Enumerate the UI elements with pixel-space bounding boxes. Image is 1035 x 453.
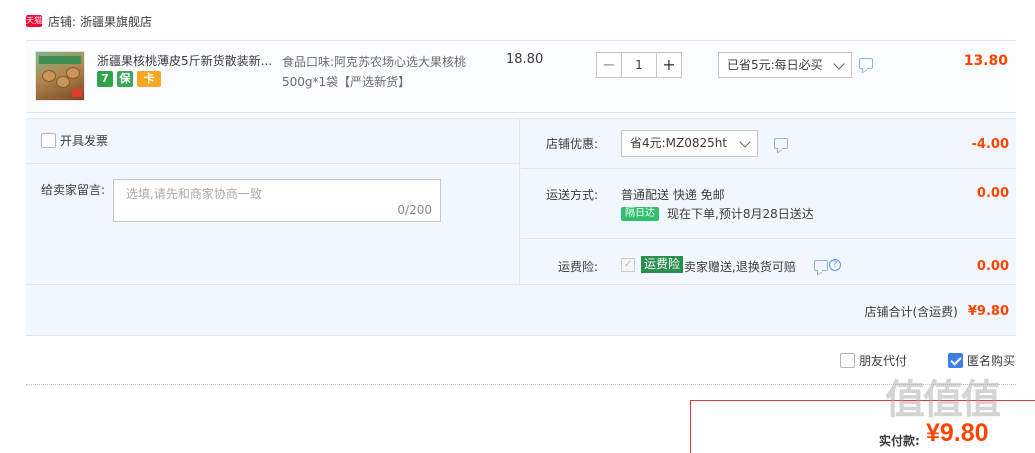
shop-total-value: ¥9.80 (967, 304, 1009, 319)
coupon-amount: -4.00 (971, 137, 1009, 152)
shop-header: 天猫 店铺: 浙疆果旗舰店 (26, 12, 152, 30)
next-day-badge: 隔日达 (621, 206, 659, 221)
insurance-description: 卖家赠送,退换货可赔 (684, 260, 796, 274)
sku-info: 食品口味:阿克苏农场心选大果核桃500g*1袋【严选新货】 (282, 55, 467, 89)
delivery-estimate: 现在下单,预计8月28日送达 (667, 207, 814, 221)
quantity-stepper: − 1 + (596, 52, 682, 78)
insurance-label: 运费险: (558, 260, 599, 274)
shop-label: 店铺: (48, 14, 77, 29)
order-left-column: 开具发票 给卖家留言: 选填,请先和商家协商一致 0/200 (26, 119, 520, 284)
delivery-amount: 0.00 (976, 186, 1009, 201)
guarantee-icon[interactable]: 保 (117, 71, 133, 87)
memo-textarea[interactable]: 选填,请先和商家协商一致 0/200 (113, 179, 441, 222)
coupon-select[interactable]: 省4元:MZ0825ht (621, 130, 758, 157)
promotion-select[interactable]: 已省5元:每日必买 (718, 52, 852, 78)
chevron-down-icon (833, 58, 845, 70)
shop-total-label: 店铺合计(含运费) (864, 305, 958, 319)
divider (26, 384, 1016, 385)
chevron-down-icon (739, 136, 751, 148)
insurance-badge: 运费险 (641, 256, 684, 273)
payment-label: 实付款: (879, 434, 920, 448)
shop-total: 店铺合计(含运费) ¥9.80 (865, 303, 1010, 320)
memo-counter: 0/200 (397, 203, 432, 217)
order-details-panel: 开具发票 给卖家留言: 选填,请先和商家协商一致 0/200 店铺优惠: 省4元… (26, 118, 1016, 336)
thumbnail-tag (72, 89, 82, 97)
coupon-label: 店铺优惠: (546, 137, 599, 151)
friend-pay-checkbox[interactable] (840, 353, 855, 368)
divider (521, 168, 1016, 169)
chat-icon[interactable] (859, 58, 873, 69)
order-item-row: 浙疆果核桃薄皮5斤新货散装新... 7 保 卡 食品口味:阿克苏农场心选大果核桃… (26, 40, 1016, 113)
divider (26, 284, 1016, 285)
tmall-icon: 天猫 (26, 15, 42, 27)
service-badges: 7 保 卡 (97, 71, 161, 87)
memo-label: 给卖家留言: (41, 183, 106, 197)
invoice-label: 开具发票 (60, 134, 109, 148)
chat-icon[interactable] (774, 138, 788, 149)
walnut-shape (42, 70, 56, 82)
walnut-shape (66, 67, 80, 79)
item-subtotal: 13.80 (963, 53, 1008, 69)
insurance-checkbox[interactable]: ✓ (621, 258, 635, 272)
anonymous-checkbox[interactable] (948, 353, 963, 368)
divider (521, 238, 1016, 239)
watermark-logo: 值值值 (885, 377, 1001, 423)
delivery-method: 普通配送 快递 免邮 (621, 188, 725, 202)
quantity-input[interactable]: 1 (622, 52, 656, 78)
promotion-value: 已省5元:每日必买 (727, 58, 823, 72)
unit-price: 18.80 (506, 52, 544, 67)
credit-card-icon[interactable]: 卡 (137, 71, 161, 87)
coupon-value: 省4元:MZ0825ht (630, 136, 728, 150)
help-icon[interactable]: ? (829, 259, 841, 271)
delivery-label: 运送方式: (546, 188, 599, 202)
quantity-plus-button[interactable]: + (656, 52, 682, 78)
product-thumbnail[interactable] (35, 51, 85, 101)
delivery-estimate-row: 隔日达 现在下单,预计8月28日送达 (621, 205, 814, 222)
memo-placeholder: 选填,请先和商家协商一致 (126, 187, 262, 201)
thumbnail-banner (39, 56, 81, 64)
seven-day-return-icon[interactable]: 7 (97, 71, 113, 87)
quantity-minus-button[interactable]: − (596, 52, 622, 78)
chat-icon[interactable] (814, 260, 828, 271)
invoice-option[interactable]: 开具发票 (41, 132, 108, 149)
product-title-link[interactable]: 浙疆果核桃薄皮5斤新货散装新... (97, 52, 275, 69)
divider (26, 163, 520, 164)
shop-name-link[interactable]: 浙疆果旗舰店 (80, 13, 152, 30)
insurance-amount: 0.00 (976, 259, 1009, 274)
invoice-checkbox[interactable] (41, 133, 56, 148)
